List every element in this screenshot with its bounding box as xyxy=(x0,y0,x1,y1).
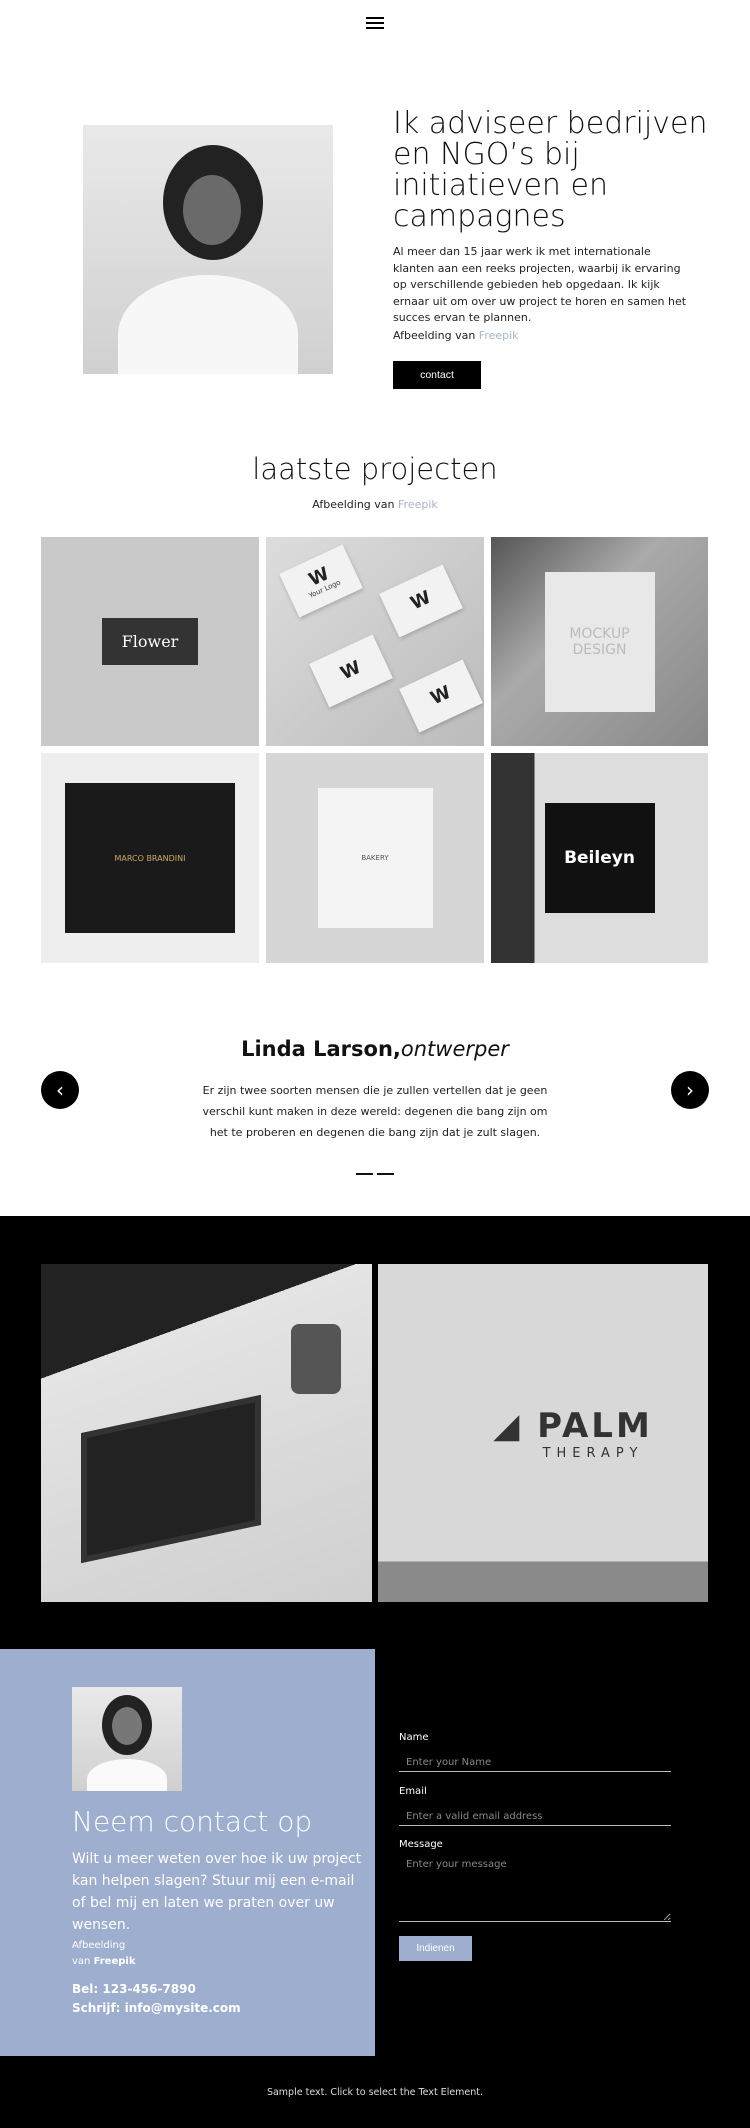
contact-text: Wilt u meer weten over hoe ik uw project… xyxy=(72,1851,362,1933)
mockup-paper: MOCKUP DESIGN xyxy=(544,571,655,712)
logo-mark: W xyxy=(407,586,435,615)
palm-logo: ◢ PALM xyxy=(493,1406,653,1446)
submit-button[interactable]: Indienen xyxy=(399,1936,472,1961)
project-image-your-logo[interactable]: W Your Logo W W W xyxy=(266,537,484,746)
footer: Sample text. Click to select the Text El… xyxy=(0,2056,750,2128)
slider-indicator-2[interactable] xyxy=(377,1173,394,1175)
footer-text[interactable]: Sample text. Click to select the Text El… xyxy=(267,2087,483,2098)
contact-button[interactable]: contact xyxy=(393,361,481,389)
paper-bag: BAKERY xyxy=(317,788,433,928)
logo-card: W xyxy=(309,634,393,708)
sign-board: Beileyn xyxy=(544,803,655,913)
project-image-mockup[interactable]: MOCKUP DESIGN xyxy=(491,537,708,746)
logo-card: W xyxy=(379,564,463,638)
message-label: Message xyxy=(399,1839,443,1850)
contact-title: Neem contact op xyxy=(72,1805,313,1838)
logo-card: W Your Logo xyxy=(279,544,363,618)
freepik-link[interactable]: Freepik xyxy=(94,1956,136,1967)
credit-prefix: Afbeelding van xyxy=(312,498,399,511)
credit-prefix: Afbeelding van xyxy=(393,329,479,342)
email-label: Email xyxy=(399,1786,427,1797)
gallery-image-desk xyxy=(41,1264,372,1602)
contact-email: Schrijf: info@mysite.com xyxy=(72,2001,241,2015)
contact-portrait xyxy=(72,1687,182,1791)
projects-title: laatste projecten xyxy=(252,452,498,486)
author-role: ontwerper xyxy=(400,1037,509,1061)
chevron-left-icon[interactable]: ‹ xyxy=(41,1071,79,1109)
contact-credit: Afbeelding van Freepik xyxy=(72,1938,136,1970)
project-image-box[interactable]: MARCO BRANDINI xyxy=(41,753,259,963)
freepik-link[interactable]: Freepik xyxy=(398,498,438,511)
chevron-right-icon[interactable]: › xyxy=(671,1071,709,1109)
logo-card: W xyxy=(399,659,483,733)
testimonial-quote: Er zijn twee soorten mensen die je zulle… xyxy=(202,1084,548,1139)
testimonial-author: Linda Larson,ontwerper xyxy=(0,1037,750,1061)
palm-leaf-icon: ◢ xyxy=(493,1405,538,1446)
hero-credit: Afbeelding van Freepik xyxy=(393,329,519,342)
contact-form-panel xyxy=(375,1649,750,2056)
projects-credit: Afbeelding van Freepik xyxy=(0,498,750,511)
contact-phone: Bel: 123-456-7890 xyxy=(72,1982,196,1996)
gallery-image-palm: ◢ PALM THERAPY xyxy=(378,1264,708,1602)
credit-prefix: van xyxy=(72,1956,94,1967)
project-image-flower[interactable]: Flower xyxy=(41,537,259,746)
logo-mark: W xyxy=(337,656,365,685)
name-input[interactable] xyxy=(399,1753,671,1772)
credit-line: Afbeelding xyxy=(72,1940,126,1951)
slider-indicator-1[interactable] xyxy=(356,1173,373,1175)
author-name: Linda Larson, xyxy=(241,1037,401,1061)
project-image-sign[interactable]: Beileyn xyxy=(491,753,708,963)
message-input[interactable] xyxy=(399,1857,671,1922)
email-input[interactable] xyxy=(399,1807,671,1826)
hero-title: Ik adviseer bedrijven en NGO’s bij initi… xyxy=(393,106,708,234)
palm-logo-text: PALM xyxy=(537,1405,653,1446)
flower-card: Flower xyxy=(101,618,199,665)
name-label: Name xyxy=(399,1732,429,1743)
project-image-bag[interactable]: BAKERY xyxy=(266,753,484,963)
black-box: MARCO BRANDINI xyxy=(65,783,235,933)
palm-logo-sub: THERAPY xyxy=(542,1445,644,1461)
logo-mark: W xyxy=(427,681,455,710)
hamburger-icon[interactable] xyxy=(366,14,384,30)
hero-portrait xyxy=(83,125,333,374)
freepik-link[interactable]: Freepik xyxy=(479,329,519,342)
hero-text: Al meer dan 15 jaar werk ik met internat… xyxy=(393,245,687,324)
